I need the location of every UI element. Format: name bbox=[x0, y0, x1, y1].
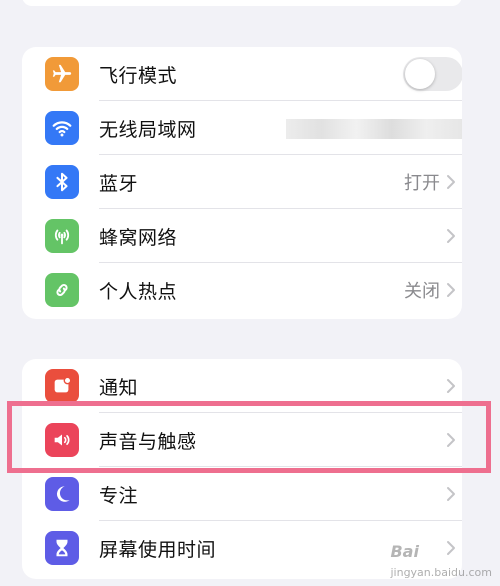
hotspot-icon bbox=[45, 273, 79, 307]
chevron-right-icon bbox=[446, 155, 462, 209]
settings-row-cellular[interactable]: 蜂窝网络 bbox=[22, 209, 462, 263]
moon-icon bbox=[45, 477, 79, 511]
cellular-icon bbox=[45, 219, 79, 253]
watermark-brand: Bai bbox=[390, 542, 419, 561]
hotspot-status: 关闭 bbox=[404, 281, 440, 302]
settings-row-label: 蜂窝网络 bbox=[99, 226, 178, 249]
toggle-knob bbox=[405, 59, 435, 89]
previous-group-bottom bbox=[22, 0, 462, 6]
settings-row-label: 飞行模式 bbox=[99, 64, 178, 87]
settings-row-label: 屏幕使用时间 bbox=[99, 538, 217, 561]
settings-row-hotspot[interactable]: 个人热点 关闭 bbox=[22, 263, 462, 317]
settings-row-wifi[interactable]: 无线局域网 bbox=[22, 101, 462, 155]
settings-row-bluetooth[interactable]: 蓝牙 打开 bbox=[22, 155, 462, 209]
settings-row-label: 个人热点 bbox=[99, 280, 178, 303]
chevron-right-icon bbox=[446, 209, 462, 263]
wifi-network-name-redacted bbox=[286, 119, 462, 139]
watermark-url: jingyan.baidu.com bbox=[390, 566, 492, 579]
chevron-right-icon bbox=[446, 467, 462, 521]
settings-row-label: 专注 bbox=[99, 484, 139, 507]
hourglass-icon bbox=[45, 531, 79, 565]
baidu-watermark: Bai jingyan.baidu.com bbox=[390, 542, 492, 580]
settings-row-label: 通知 bbox=[99, 376, 139, 399]
highlight-box bbox=[7, 401, 491, 473]
settings-row-focus[interactable]: 专注 bbox=[22, 467, 462, 521]
connectivity-group: 飞行模式 无线局域网 蓝牙 打开 蜂窝网络 个人热点 关闭 bbox=[22, 47, 462, 319]
wifi-icon bbox=[45, 111, 79, 145]
airplane-mode-toggle[interactable] bbox=[403, 57, 462, 91]
bell-icon bbox=[45, 369, 79, 403]
settings-row-label: 无线局域网 bbox=[99, 118, 197, 141]
bluetooth-status: 打开 bbox=[404, 173, 440, 194]
chevron-right-icon bbox=[446, 263, 462, 317]
settings-row-airplane-mode[interactable]: 飞行模式 bbox=[22, 47, 462, 101]
airplane-icon bbox=[45, 57, 79, 91]
bluetooth-icon bbox=[45, 165, 79, 199]
settings-screen: 飞行模式 无线局域网 蓝牙 打开 蜂窝网络 个人热点 关闭 通知 声音与触感 专… bbox=[0, 0, 500, 586]
settings-row-label: 蓝牙 bbox=[99, 172, 139, 195]
